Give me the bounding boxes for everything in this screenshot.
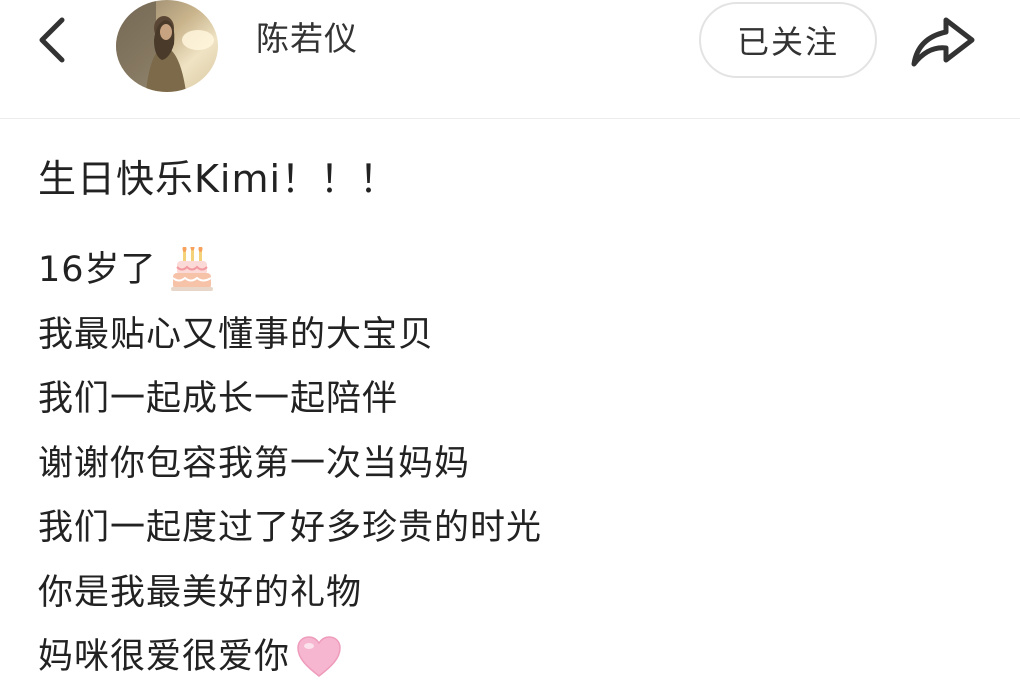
avatar[interactable] <box>116 0 218 92</box>
post-line-text: 我最贴心又懂事的大宝贝 <box>38 314 435 355</box>
top-bar: 陈若仪 已关注 <box>0 0 1020 119</box>
username[interactable]: 陈若仪 <box>256 18 358 60</box>
post-line: 我们一起度过了好多珍贵的时光 <box>38 496 998 561</box>
post-line: 谢谢你包容我第一次当妈妈 <box>38 432 998 497</box>
post-line-text: 你是我最美好的礼物 <box>38 572 363 613</box>
share-button[interactable] <box>906 12 978 72</box>
back-button[interactable] <box>28 14 80 66</box>
post-line-text: 16岁了 <box>38 250 157 290</box>
post-title: 生日快乐Kimi！！！ <box>38 157 399 201</box>
pink-heart-icon <box>296 634 342 680</box>
birthday-cake-icon <box>170 247 213 293</box>
post-line-text: 妈咪很爱很爱你 <box>38 637 291 677</box>
post-line: 16岁了 <box>38 238 998 303</box>
post-line: 我们一起成长一起陪伴 <box>38 367 998 432</box>
post-line-text: 我们一起度过了好多珍贵的时光 <box>38 508 543 548</box>
chevron-left-icon <box>39 17 65 63</box>
post-line: 妈咪很爱很爱你 <box>38 625 998 690</box>
post-line-text: 谢谢你包容我第一次当妈妈 <box>38 443 471 484</box>
post-line: 你是我最美好的礼物 <box>38 561 998 626</box>
share-arrow-icon <box>911 17 975 67</box>
avatar-photo <box>116 0 218 92</box>
post-line: 我最贴心又懂事的大宝贝 <box>38 303 998 368</box>
post-content: 生日快乐Kimi！！！ 16岁了 我最贴心又懂事的大宝贝 我们一起成长一起陪伴 … <box>38 150 998 690</box>
post-body: 16岁了 我最贴心又懂事的大宝贝 我们一起成长一起陪伴 谢谢你包容我第一次当妈妈… <box>38 238 998 690</box>
following-button[interactable]: 已关注 <box>699 2 877 78</box>
post-line-text: 我们一起成长一起陪伴 <box>38 379 399 419</box>
